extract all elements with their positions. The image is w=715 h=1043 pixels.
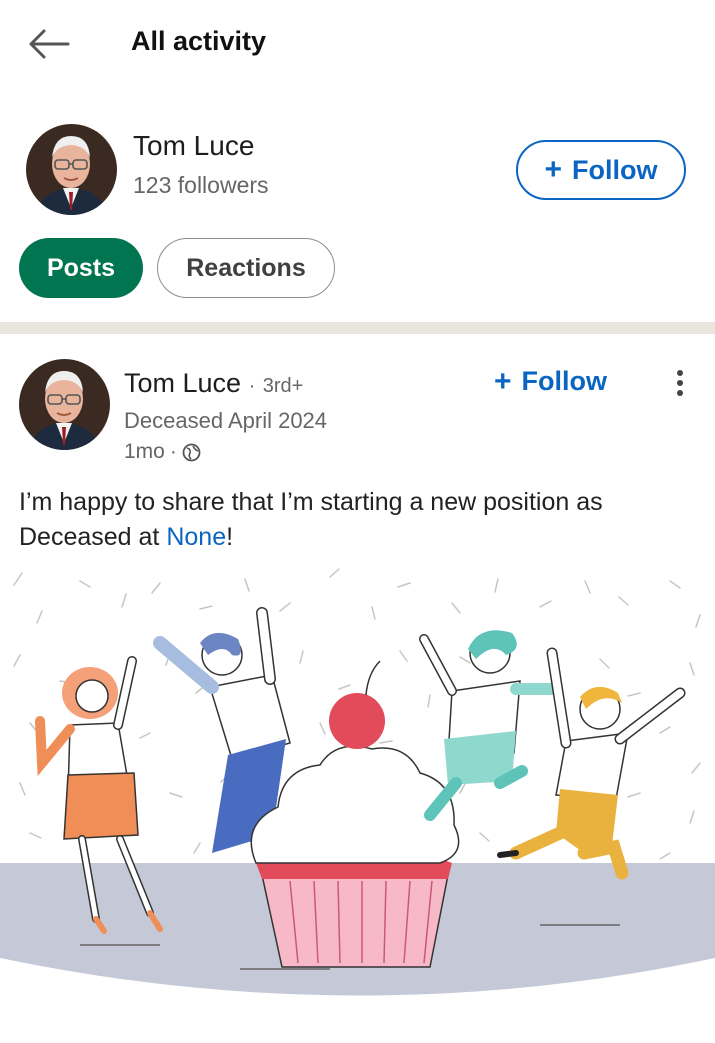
post-follow-label: Follow	[521, 366, 608, 396]
follow-button[interactable]: + Follow	[516, 140, 686, 200]
plus-icon: +	[494, 364, 512, 398]
post-author-headline: Deceased April 2024	[124, 408, 328, 433]
post-text-body: I’m happy to share that I’m starting a n…	[19, 488, 603, 551]
follower-count: 123 followers	[133, 172, 269, 198]
globe-icon	[182, 443, 201, 462]
more-options-icon[interactable]	[664, 364, 696, 404]
profile-avatar[interactable]	[26, 124, 117, 215]
plus-icon: +	[544, 153, 563, 186]
meta-separator: ·	[169, 440, 177, 463]
celebration-illustration	[0, 563, 715, 1003]
post-author-avatar[interactable]	[19, 359, 110, 450]
tab-reactions[interactable]: Reactions	[157, 238, 335, 298]
company-link[interactable]: None	[166, 523, 226, 551]
connection-degree: 3rd+	[262, 375, 304, 397]
post-time: 1mo	[124, 440, 165, 463]
post-author-name: Tom Luce	[124, 368, 242, 398]
profile-name[interactable]: Tom Luce	[133, 130, 254, 162]
back-arrow-icon[interactable]	[24, 22, 72, 66]
post-author[interactable]: Tom Luce · 3rd+	[124, 368, 303, 399]
post-text-end: !	[226, 523, 234, 551]
follow-label: Follow	[572, 154, 658, 185]
post-follow-button[interactable]: + Follow	[494, 366, 607, 397]
degree-separator: ·	[248, 375, 256, 397]
section-divider	[0, 322, 715, 334]
top-bar: All activity	[0, 0, 715, 92]
tab-posts[interactable]: Posts	[19, 238, 143, 298]
post-text: I’m happy to share that I’m starting a n…	[19, 485, 699, 555]
page-title: All activity	[131, 26, 267, 56]
post-meta: 1mo ·	[124, 440, 201, 464]
